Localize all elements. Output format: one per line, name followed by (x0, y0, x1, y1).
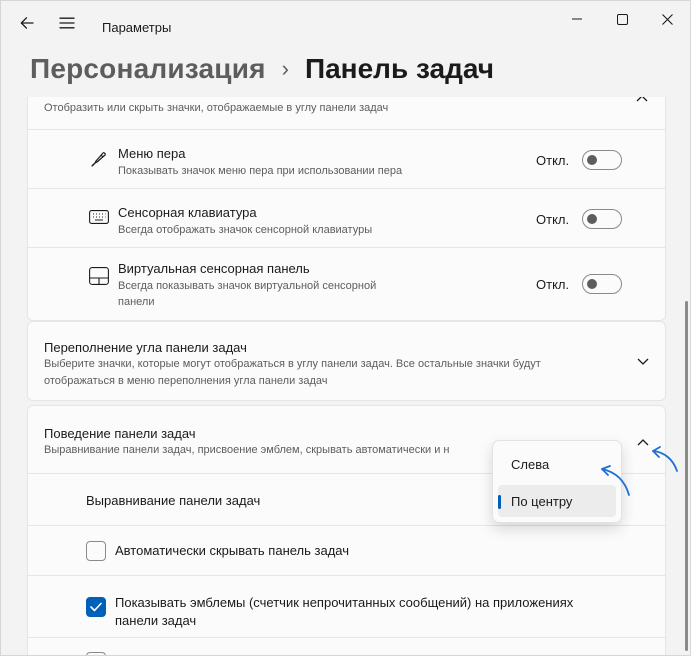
breadcrumb-parent-link[interactable]: Персонализация (30, 53, 266, 85)
alignment-label: Выравнивание панели задач (86, 493, 261, 508)
vertical-scrollbar[interactable] (685, 301, 688, 651)
virtual-touchpad-description: Всегда показывать значок виртуальной сен… (118, 278, 376, 310)
virtual-touchpad-description-line2: панели (118, 296, 155, 308)
virtual-touchpad-description-line1: Всегда показывать значок виртуальной сен… (118, 280, 377, 292)
badges-label-line2: панели задач (115, 613, 197, 628)
breadcrumb-separator: › (281, 56, 289, 81)
pen-menu-toggle[interactable] (582, 150, 622, 170)
toggle-knob (587, 279, 597, 289)
overflow-title: Переполнение угла панели задач (44, 340, 247, 355)
settings-window: Параметры Персонализация › Панель задач … (0, 0, 691, 656)
pen-icon (88, 148, 110, 170)
touch-keyboard-toggle-state: Откл. (536, 212, 570, 227)
corner-icons-card: Отобразить или скрыть значки, отображаем… (27, 97, 666, 321)
divider (28, 575, 665, 576)
window-title: Параметры (102, 20, 172, 35)
chevron-up-icon[interactable] (634, 97, 650, 106)
badges-label: Показывать эмблемы (счетчик непрочитанны… (115, 594, 573, 630)
back-arrow-icon[interactable] (13, 9, 41, 37)
touch-keyboard-description: Всегда отображать значок сенсорной клави… (118, 224, 373, 236)
toggle-knob (587, 155, 597, 165)
badges-label-line1: Показывать эмблемы (счетчик непрочитанны… (115, 595, 574, 610)
pen-menu-toggle-state: Откл. (536, 153, 570, 168)
toggle-knob (587, 214, 597, 224)
checkmark-icon (90, 602, 102, 612)
divider (28, 525, 665, 526)
breadcrumb: Персонализация › Панель задач (30, 49, 494, 89)
minimize-button[interactable] (554, 5, 600, 33)
page-title: Панель задач (304, 53, 494, 84)
divider (28, 637, 665, 638)
pen-menu-description: Показывать значок меню пера при использо… (118, 165, 403, 177)
keyboard-icon (88, 206, 110, 228)
maximize-button[interactable] (599, 5, 645, 33)
virtual-touchpad-toggle[interactable] (582, 274, 622, 294)
settings-content: Отобразить или скрыть значки, отображаем… (1, 97, 690, 655)
autohide-checkbox[interactable] (86, 541, 106, 561)
virtual-touchpad-title: Виртуальная сенсорная панель (118, 261, 310, 276)
next-checkbox[interactable] (86, 652, 106, 655)
divider (28, 247, 665, 248)
divider (28, 129, 665, 130)
overflow-description: Выберите значки, которые могут отображат… (44, 356, 541, 390)
autohide-label: Автоматически скрывать панель задач (115, 543, 350, 558)
touch-keyboard-title: Сенсорная клавиатура (118, 205, 257, 220)
overflow-description-line1: Выберите значки, которые могут отображат… (44, 358, 541, 370)
touch-keyboard-toggle[interactable] (582, 209, 622, 229)
behavior-title: Поведение панели задач (44, 426, 196, 441)
chevron-down-icon[interactable] (635, 354, 651, 370)
annotation-arrows (601, 446, 678, 496)
close-button[interactable] (644, 5, 690, 33)
corner-icons-description: Отобразить или скрыть значки, отображаем… (44, 102, 389, 114)
divider (28, 188, 665, 189)
virtual-touchpad-toggle-state: Откл. (536, 277, 570, 292)
badges-checkbox[interactable] (86, 597, 106, 617)
hamburger-menu-icon[interactable] (53, 9, 81, 37)
touchpad-icon (88, 265, 110, 287)
selected-indicator (498, 495, 501, 509)
pen-menu-title: Меню пера (118, 146, 186, 161)
overflow-description-line2: отображаться в меню переполнения угла па… (44, 375, 328, 387)
behavior-description: Выравнивание панели задач, присвоение эм… (44, 444, 450, 456)
taskbar-overflow-card[interactable]: Переполнение угла панели задач Выберите … (27, 321, 666, 401)
alignment-option-center-label: По центру (511, 493, 573, 509)
title-bar: Параметры (1, 1, 690, 51)
